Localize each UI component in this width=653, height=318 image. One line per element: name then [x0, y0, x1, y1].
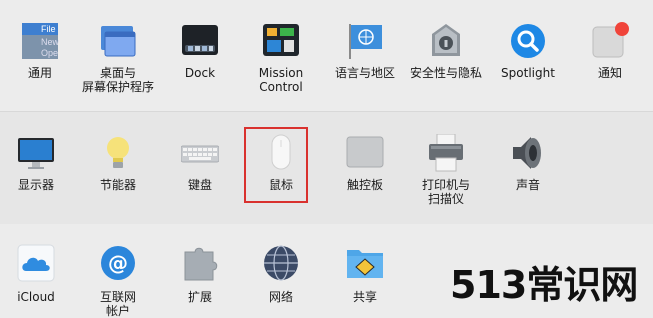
- pane-label: 语言与地区: [334, 66, 395, 80]
- icloud-icon: [17, 244, 55, 282]
- pane-label: 通用: [27, 66, 52, 80]
- sound-icon: [509, 134, 547, 172]
- watermark-text: 513常识网: [450, 263, 638, 307]
- network-icon: [262, 244, 300, 282]
- printer-icon: [427, 134, 465, 172]
- pane-label: 节能器: [99, 178, 136, 192]
- pane-label: 扩展: [187, 290, 212, 304]
- general-icon-file: File: [41, 24, 56, 34]
- display-icon: [17, 134, 55, 172]
- general-icon-new: New: [41, 37, 59, 47]
- sharing-icon: [346, 244, 384, 282]
- language-region-icon: [346, 22, 384, 60]
- spotlight-icon: [509, 22, 547, 60]
- energy-icon: [99, 134, 137, 172]
- mission-control-icon: [262, 22, 300, 60]
- general-icon: File New Ope: [21, 22, 59, 60]
- security-icon: [427, 22, 465, 60]
- pane-label: 通知: [597, 66, 622, 80]
- notifications-icon: [591, 22, 629, 60]
- pane-label: Spotlight: [501, 66, 555, 80]
- trackpad-icon: [346, 134, 384, 172]
- pane-label: 显示器: [17, 178, 54, 192]
- preferences-row-1: File New Ope 通用 桌面与 屏幕保护程序 Dock Mission …: [0, 0, 653, 110]
- pane-label: 键盘: [187, 178, 212, 192]
- pane-label: 触控板: [346, 178, 383, 192]
- dock-icon: [181, 22, 219, 60]
- general-icon-open: Ope: [41, 48, 58, 58]
- extensions-icon: [181, 244, 219, 282]
- pane-label: 网络: [268, 290, 293, 304]
- preferences-row-2: 显示器 节能器 键盘 鼠标 触控板 打印机与 扫描仪 声音: [0, 111, 653, 225]
- pane-label: 共享: [352, 290, 377, 304]
- keyboard-icon: [181, 134, 219, 172]
- pane-label: Mission Control: [258, 66, 304, 94]
- pane-label: 互联网 帐户: [99, 290, 136, 318]
- internet-accounts-icon: @: [99, 244, 137, 282]
- pane-label: 桌面与 屏幕保护程序: [81, 66, 154, 94]
- mouse-highlight-box: [244, 127, 308, 203]
- desktop-icon: [99, 22, 137, 60]
- pane-label: iCloud: [17, 290, 55, 304]
- pane-label: 声音: [515, 178, 540, 192]
- svg-text:@: @: [108, 251, 128, 275]
- pane-label: 安全性与隐私: [409, 66, 482, 80]
- pane-label: Dock: [184, 66, 216, 80]
- pane-label: 打印机与 扫描仪: [421, 178, 470, 206]
